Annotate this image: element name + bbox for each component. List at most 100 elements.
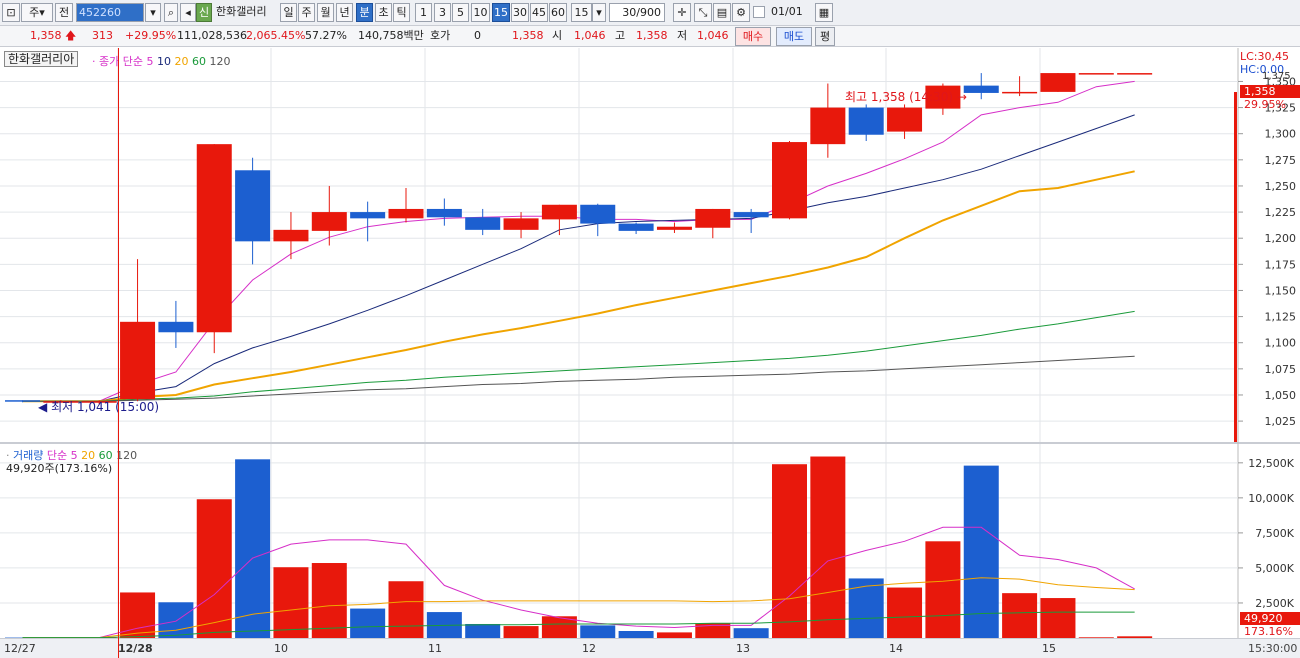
speaker-icon[interactable]: ◂ xyxy=(180,3,196,22)
stock-name: 한화갤러리 xyxy=(216,5,267,18)
time-label-4: 12 xyxy=(582,642,596,655)
volume-bar-8 xyxy=(311,563,347,638)
price-tick-label-9: 1,250 xyxy=(1265,180,1297,193)
draw-tool-icon[interactable]: ⤡ xyxy=(694,3,712,22)
period-button-0[interactable]: 일 xyxy=(280,3,297,22)
credit-badge: 신 xyxy=(196,3,212,22)
volume-axis-ticks: 2,500K 5,000K 7,500K 10,000K 12,500K xyxy=(1238,457,1295,610)
interval-select-value: 15 xyxy=(574,6,589,19)
sell-button[interactable]: 매도 xyxy=(776,27,812,46)
left-arrow-icon: ◀ xyxy=(38,400,48,414)
price-tick-label-0: 1,025 xyxy=(1265,415,1297,428)
current-pct-tag: 29.95% xyxy=(1244,98,1286,111)
volume-bar-25 xyxy=(963,465,999,638)
volume-bar-27 xyxy=(1040,598,1076,638)
chart-toolbar: ⊡ 주▾ 전 452260 ▾ ⌕ ◂ ▾ 신 한화갤러리 일주월년분초틱 13… xyxy=(0,0,1300,26)
date-checkbox[interactable] xyxy=(753,6,765,18)
candle-body-23 xyxy=(887,107,923,132)
candle-body-6 xyxy=(235,170,271,242)
candle-body-5 xyxy=(196,144,232,333)
legend-ma20: 20 xyxy=(174,55,189,68)
layout-icon[interactable]: ⊡ xyxy=(2,3,20,22)
price-tick-label-3: 1,100 xyxy=(1265,337,1297,350)
interval-button-6[interactable]: 45 xyxy=(530,3,548,22)
candle-body-19 xyxy=(733,212,769,218)
period-button-3[interactable]: 년 xyxy=(336,3,353,22)
candle-body-4 xyxy=(158,321,194,333)
interval-button-3[interactable]: 10 xyxy=(471,3,490,22)
candle-body-7 xyxy=(273,229,309,242)
volume-bar-19 xyxy=(733,628,769,638)
interval-button-2[interactable]: 5 xyxy=(452,3,469,22)
price-tick-label-10: 1,275 xyxy=(1265,154,1297,167)
price-change: 313 xyxy=(92,29,113,42)
buy-button[interactable]: 매수 xyxy=(735,27,771,46)
search-icon[interactable]: ⌕ xyxy=(164,3,178,22)
candle-body-3 xyxy=(120,321,156,400)
stock-code-input[interactable]: 452260 xyxy=(76,3,144,22)
volume-bar-22 xyxy=(848,578,884,638)
candle-body-22 xyxy=(848,107,884,135)
time-label-7: 15 xyxy=(1042,642,1056,655)
volume-bar-4 xyxy=(158,602,194,638)
high-annotation: 최고 1,358 (14:30) → xyxy=(845,88,967,105)
price-tick-label-5: 1,150 xyxy=(1265,284,1297,297)
current-price: 1,358 xyxy=(30,29,62,42)
eval-button[interactable]: 평 xyxy=(815,27,835,46)
price-tick-label-2: 1,075 xyxy=(1265,363,1297,376)
volume-bar-12 xyxy=(465,623,501,638)
open-label: 시 xyxy=(552,29,563,42)
hoga-value: 0 xyxy=(474,29,481,42)
volume-legend-ma120: 120 xyxy=(116,449,138,462)
price-chart[interactable]: 1,025 1,050 1,075 1,100 1,125 1,150 1,175 1,200… xyxy=(0,48,1300,442)
low-annotation: ◀ 최저 1,041 (15:00) xyxy=(38,398,159,415)
price-legend-prefix: 종가 단순 xyxy=(99,55,143,68)
volume-tick-label-1: 5,000K xyxy=(1255,562,1294,575)
price-tick-label-8: 1,225 xyxy=(1265,206,1297,219)
interval-button-0[interactable]: 1 xyxy=(415,3,432,22)
candle-body-0 xyxy=(5,400,40,402)
trade-amount: 140,758백만 xyxy=(358,29,424,42)
interval-button-4[interactable]: 15 xyxy=(492,3,510,22)
turnover-rate: 57.27% xyxy=(305,29,347,42)
date-input[interactable]: 01/01 xyxy=(768,3,812,22)
time-label-1: 12/28 xyxy=(118,642,153,655)
count-input[interactable]: 30/900 xyxy=(609,3,665,22)
price-legend-marker: · xyxy=(92,55,96,68)
period-button-1[interactable]: 주 xyxy=(298,3,315,22)
period-button-2[interactable]: 월 xyxy=(317,3,334,22)
pane-splitter[interactable] xyxy=(0,442,1300,444)
candle-body-14 xyxy=(541,204,577,220)
prev-button[interactable]: 전 xyxy=(55,3,73,22)
volume-tick-label-0: 2,500K xyxy=(1255,597,1294,610)
volume-bar-15 xyxy=(580,625,616,638)
gear-icon[interactable]: ⚙ xyxy=(732,3,750,22)
crosshair-icon[interactable]: ✛ xyxy=(673,3,691,22)
calendar-icon[interactable]: ▦ xyxy=(815,3,833,22)
price-range-bar xyxy=(1234,92,1237,442)
save-icon[interactable]: ▤ xyxy=(713,3,731,22)
hoga-label: 호가 xyxy=(430,29,451,42)
period-button-5[interactable]: 초 xyxy=(375,3,392,22)
interval-button-7[interactable]: 60 xyxy=(549,3,567,22)
market-select[interactable]: 주▾ xyxy=(21,3,53,22)
pane-title[interactable]: 한화갤러리아 xyxy=(4,51,79,67)
high-annotation-text: 최고 1,358 (14:30) xyxy=(845,90,954,104)
interval-dropdown-icon[interactable]: ▾ xyxy=(592,3,606,22)
volume-tick-label-3: 10,000K xyxy=(1248,492,1294,505)
interval-select[interactable]: 15 xyxy=(571,3,592,22)
interval-button-5[interactable]: 30 xyxy=(511,3,529,22)
current-volume: 49,920주(173.16%) xyxy=(6,462,113,475)
code-dropdown-icon[interactable]: ▾ xyxy=(145,3,161,22)
candle-body-29 xyxy=(1117,73,1153,75)
price-change-pct: +29.95% xyxy=(125,29,177,42)
price-tick-label-7: 1,200 xyxy=(1265,232,1297,245)
legend-ma5: 5 xyxy=(146,55,154,68)
candle-body-25 xyxy=(963,85,999,93)
period-button-6[interactable]: 틱 xyxy=(393,3,410,22)
candle-body-26 xyxy=(1002,91,1038,94)
volume-chart[interactable]: 2,500K 5,000K 7,500K 10,000K 12,500K xyxy=(0,442,1300,638)
candle-body-17 xyxy=(656,226,692,230)
interval-button-1[interactable]: 3 xyxy=(434,3,451,22)
period-button-4[interactable]: 분 xyxy=(356,3,373,22)
